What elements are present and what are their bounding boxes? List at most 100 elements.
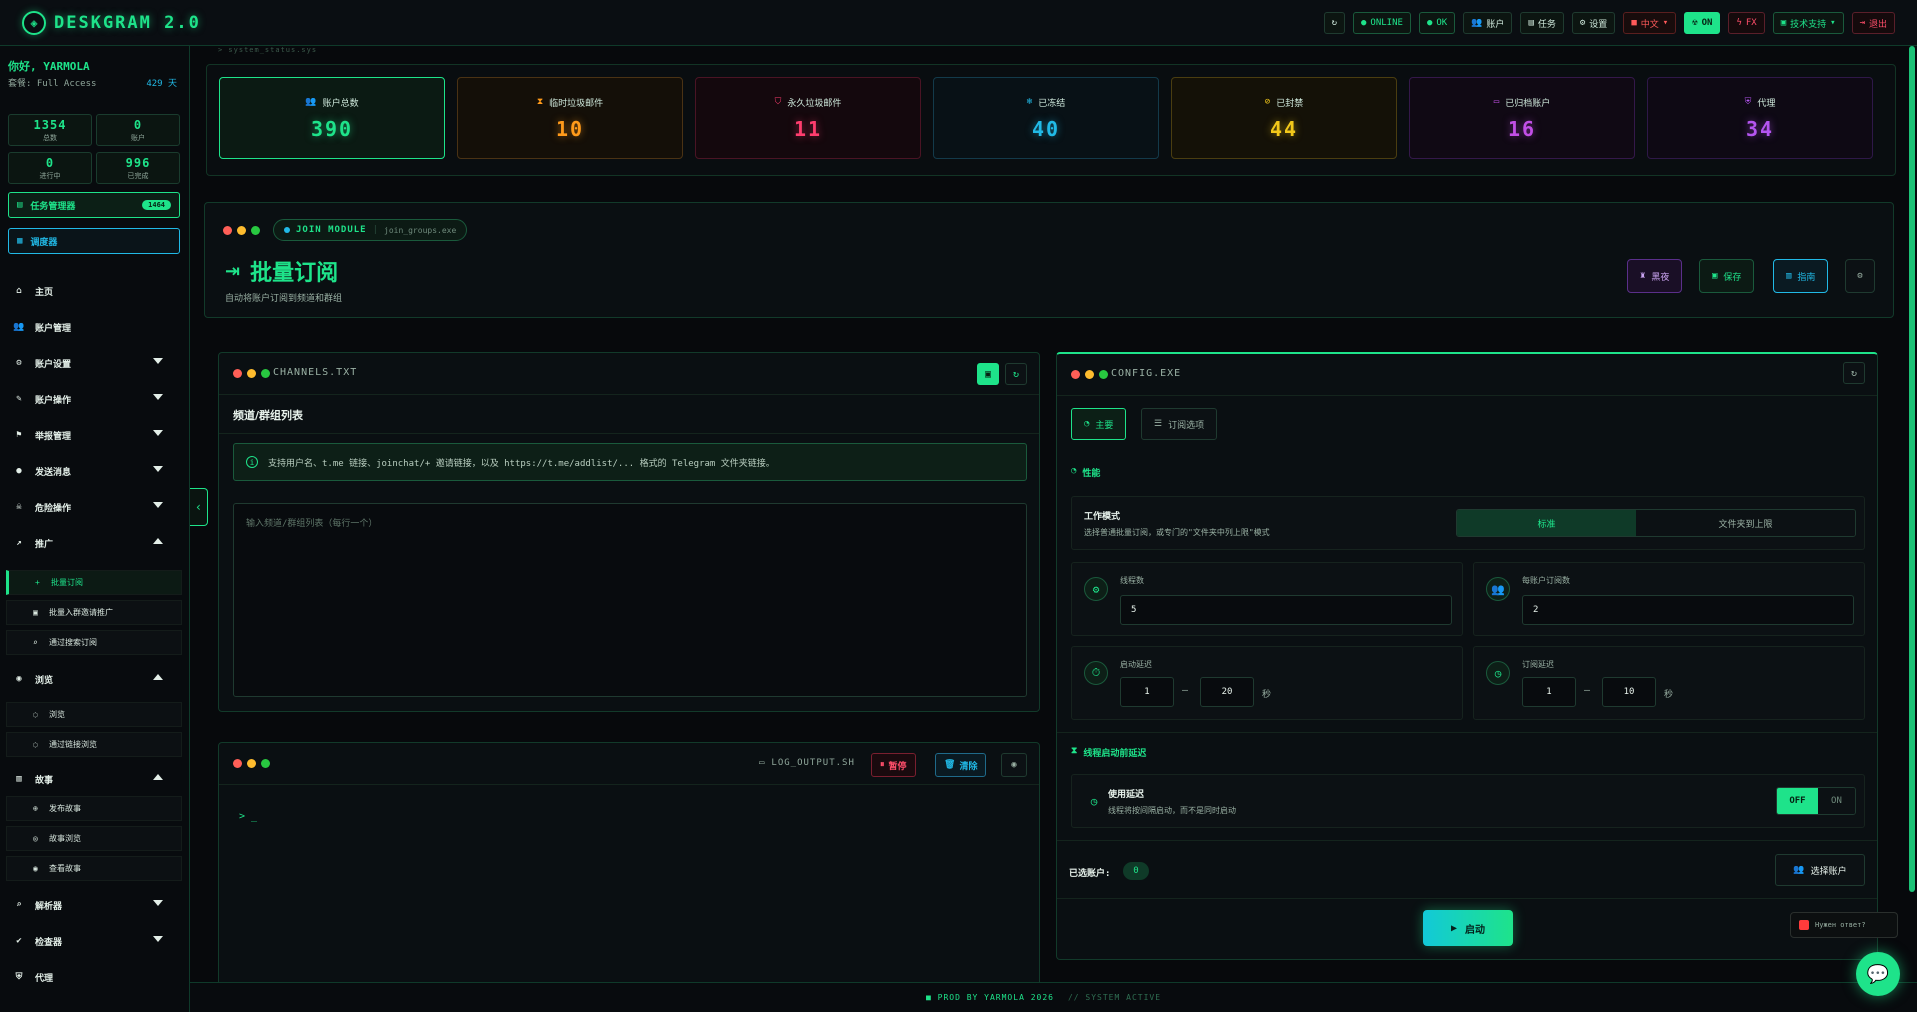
list-icon: ☰	[1154, 419, 1163, 429]
launch-button[interactable]: ▶ 启动	[1423, 910, 1513, 946]
sidebar-item-story-views[interactable]: ◎ 故事浏览	[6, 826, 182, 851]
nav-reports[interactable]: ⚑ 举报管理	[0, 422, 189, 448]
fx-toggle[interactable]: ϟ FX	[1728, 12, 1765, 34]
language-select[interactable]: ■ 中文 ▾	[1623, 12, 1677, 34]
plus-circle-icon: ⊕	[33, 804, 38, 813]
tasks-button[interactable]: ▤ 任务	[1520, 12, 1564, 34]
kpi-banned[interactable]: ⊘ 已封禁 44	[1171, 77, 1397, 159]
refresh-button[interactable]: ↻	[1323, 12, 1345, 34]
page-description: 自动将账户订阅到频道和群组	[225, 294, 343, 304]
kpi-frozen[interactable]: ❄ 已冻结 40	[933, 77, 1159, 159]
refresh-list-button[interactable]: ↻	[1005, 363, 1027, 385]
nav-promo[interactable]: ↗ 推广	[0, 530, 189, 556]
dot-icon: ●	[1361, 18, 1367, 28]
start-delay-max[interactable]: 20	[1200, 677, 1254, 707]
mode-folder[interactable]: 文件夹到上限	[1636, 510, 1855, 536]
sidebar-item-watch-stories[interactable]: ◉ 查看故事	[6, 856, 182, 881]
page-title: ⇥ 批量订阅	[225, 255, 338, 287]
nav-label: 举报管理	[35, 431, 72, 442]
top-bar: ◈ DESKGRAM 2.0 ↻ ● ONLINE ● OK 👥 账户 ▤ 任务 ⚙ 设置…	[0, 0, 1917, 46]
sidebar-item-search-subscribe[interactable]: ⌕ 通过搜索订阅	[6, 630, 182, 655]
module-file: join_groups.exe	[384, 225, 457, 235]
stat-value: 0	[45, 155, 55, 170]
logout-button[interactable]: ⇥ 退出	[1851, 12, 1895, 34]
refresh-icon: ↻	[1331, 18, 1337, 28]
sidebar-item-invite-promo[interactable]: ▣ 批量入群邀请推广	[6, 600, 182, 625]
stat-running: 0 进行中	[8, 152, 92, 184]
module-settings-button[interactable]: ⚙	[1845, 259, 1875, 293]
support-label: 技术支持	[1790, 19, 1827, 30]
users-icon: 👥	[1793, 865, 1805, 875]
chevron-up-icon	[153, 774, 163, 780]
start-delay-min[interactable]: 1	[1120, 677, 1174, 707]
help-toast[interactable]: Нужен ответ?	[1790, 912, 1898, 938]
settings-button[interactable]: ⚙ 设置	[1571, 12, 1616, 34]
sidebar-item-bulk-subscribe[interactable]: + 批量订阅	[6, 570, 182, 595]
history-button[interactable]: ♜ 黑夜	[1627, 259, 1683, 293]
kpi-total-accounts[interactable]: 👥 账户总数 390	[219, 77, 445, 159]
tab-main[interactable]: ◔ 主要	[1071, 408, 1127, 440]
user-gear-icon: ⚙	[16, 358, 22, 368]
pause-button[interactable]: ⏸ 暂停	[871, 753, 916, 777]
support-select[interactable]: ▣ 技术支持 ▾	[1772, 12, 1844, 34]
nav-proxy[interactable]: ⛨ 代理	[0, 964, 189, 990]
scheduler-label: 调度器	[30, 237, 58, 248]
scheduler-button[interactable]: ▦ 调度器	[8, 228, 180, 254]
clock-icon: ◷	[1486, 661, 1510, 685]
sidebar-item-post-story[interactable]: ⊕ 发布故事	[6, 796, 182, 821]
stat-value: 1354	[33, 117, 67, 132]
pause-icon: ⏸	[880, 760, 885, 770]
guide-label: 指南	[1797, 272, 1816, 283]
info-banner: i 支持用户名、t.me 链接、joinchat/+ 邀请链接，以及 https…	[233, 443, 1027, 481]
kpi-proxies[interactable]: ⛨ 代理 34	[1647, 77, 1873, 159]
task-manager-button[interactable]: ▤ 任务管理器 1464	[8, 192, 180, 218]
panel-header: CONFIG.EXE ↻	[1057, 354, 1877, 396]
nav-label: 危险操作	[35, 503, 72, 514]
nav-views[interactable]: ◉ 浏览	[0, 666, 189, 692]
clear-button[interactable]: 🗑 清除	[935, 753, 987, 777]
chat-button[interactable]: 💬	[1856, 952, 1900, 996]
toggle-on[interactable]: ON	[1817, 788, 1855, 814]
toggle-off[interactable]: OFF	[1777, 788, 1818, 814]
threads-input[interactable]: 5	[1120, 595, 1452, 625]
guide-button[interactable]: ▥ 指南	[1773, 259, 1829, 293]
nav-account-settings[interactable]: ⚙ 账户设置	[0, 350, 189, 376]
channels-panel: CHANNELS.TXT ▣ ↻ 频道/群组列表 i 支持用户名、t.me 链接…	[218, 352, 1040, 712]
threads-label: 线程数	[1120, 576, 1144, 585]
sub-delay-min[interactable]: 1	[1522, 677, 1576, 707]
nav-parser[interactable]: ⌕ 解析器	[0, 892, 189, 918]
accounts-button[interactable]: 👥 账户	[1463, 12, 1513, 34]
select-accounts-button[interactable]: 👥 选择账户	[1775, 854, 1865, 886]
import-button[interactable]: ▣	[977, 363, 999, 385]
nav-accounts[interactable]: 👥 账户管理	[0, 314, 189, 340]
nav-home[interactable]: ⌂ 主页	[0, 278, 189, 304]
nav-danger[interactable]: ☠ 危险操作	[0, 494, 189, 520]
mode-standard[interactable]: 标准	[1457, 510, 1637, 536]
nav-messages[interactable]: ● 发送消息	[0, 458, 189, 484]
reset-config-button[interactable]: ↻	[1843, 362, 1865, 384]
search-icon: ⌕	[33, 638, 38, 647]
nav-stories[interactable]: ▥ 故事	[0, 766, 189, 792]
kpi-perm-spam[interactable]: ⛉ 永久垃圾邮件 11	[695, 77, 921, 159]
kpi-temp-spam[interactable]: ⧗ 临时垃圾邮件 10	[457, 77, 683, 159]
nav-account-actions[interactable]: ✎ 账户操作	[0, 386, 189, 412]
per-account-input[interactable]: 2	[1522, 595, 1854, 625]
pause-label: 暂停	[888, 761, 907, 772]
sub-label: 批量入群邀请推广	[49, 608, 113, 617]
sidebar-item-view[interactable]: ◌ 浏览	[6, 702, 182, 727]
sidebar-collapse-button[interactable]: ‹	[190, 488, 208, 526]
channels-textarea[interactable]: 输入频道/群组列表（每行一个）	[233, 503, 1027, 697]
terminal-icon: ▣	[1780, 18, 1787, 28]
record-icon	[1799, 920, 1809, 930]
save-button[interactable]: ▣ 保存	[1699, 259, 1755, 293]
page-scrollbar[interactable]	[1909, 46, 1915, 892]
power-toggle[interactable]: ☢ ON	[1684, 12, 1721, 34]
nav-checker[interactable]: ✔ 检查器	[0, 928, 189, 954]
tab-subscription-options[interactable]: ☰ 订阅选项	[1141, 408, 1218, 440]
gauge-icon: ◔	[1071, 466, 1077, 476]
toggle-log-button[interactable]: ◉	[1001, 753, 1027, 777]
kpi-archived[interactable]: ▭ 已归档账户 16	[1409, 77, 1635, 159]
sub-delay-max[interactable]: 10	[1602, 677, 1656, 707]
sidebar-item-view-by-link[interactable]: ◌ 通过链接浏览	[6, 732, 182, 757]
footer-status: // SYSTEM ACTIVE	[1067, 993, 1162, 1002]
